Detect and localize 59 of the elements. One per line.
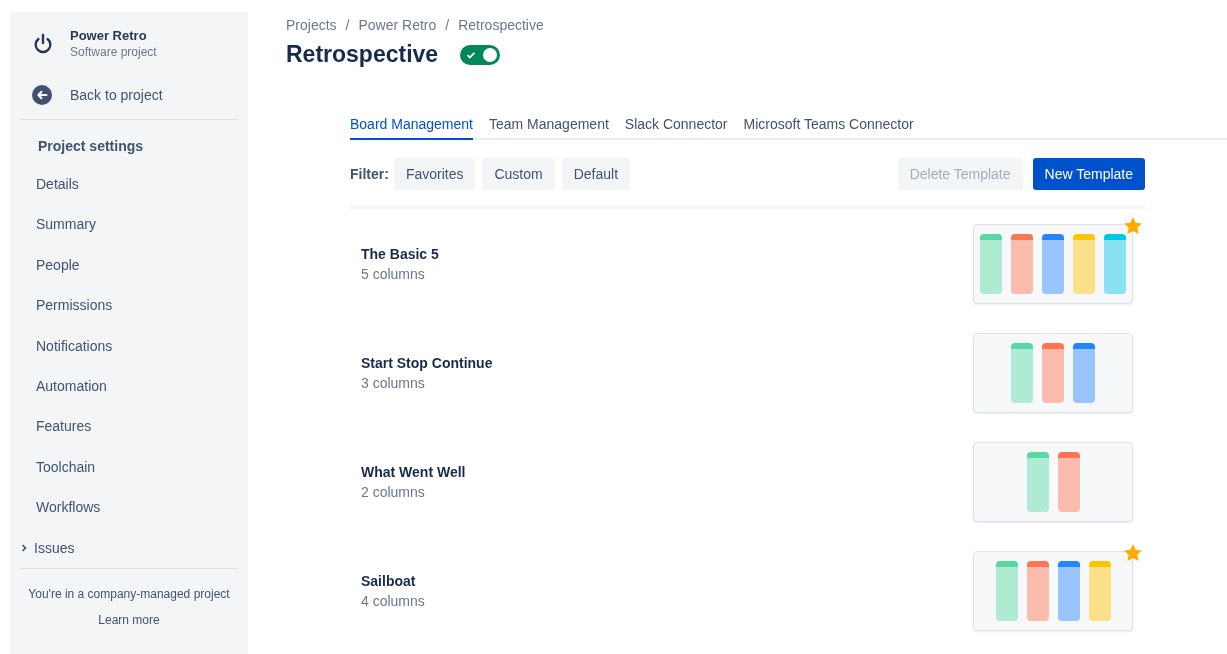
project-type: Software project: [70, 45, 157, 59]
sidebar-item[interactable]: Features: [10, 406, 248, 447]
column-body: [1026, 457, 1049, 512]
tab[interactable]: Board Management: [350, 112, 473, 140]
info-text: You're in a company-managed project: [27, 586, 231, 602]
column-count: 3 columns: [361, 374, 426, 391]
column-count: 4 columns: [361, 592, 425, 609]
template-preview[interactable]: [973, 550, 1133, 631]
filter-button[interactable]: Default: [561, 158, 631, 190]
template-name: The Basic 5: [361, 245, 439, 262]
power-icon: [32, 32, 54, 55]
column-body: [1088, 566, 1111, 621]
column-count: 2 columns: [361, 483, 426, 500]
template-preview[interactable]: [973, 223, 1133, 304]
column-body: [1042, 348, 1064, 403]
tab[interactable]: Microsoft Teams Connector: [743, 112, 914, 140]
column-body: [1042, 239, 1064, 294]
sidebar-item[interactable]: People: [10, 244, 248, 286]
enable-toggle[interactable]: [460, 44, 501, 65]
sidebar-item[interactable]: Toolchain: [10, 446, 248, 488]
sidebar-item[interactable]: Permissions: [10, 285, 248, 326]
column-body: [1057, 457, 1080, 512]
sidebar-item[interactable]: Automation: [10, 366, 248, 407]
column-body: [1011, 348, 1033, 403]
sidebar-item[interactable]: Summary: [10, 204, 248, 245]
column-count: 5 columns: [361, 265, 426, 282]
template-name: Sailboat: [361, 572, 417, 589]
filter-button[interactable]: Favorites: [393, 158, 476, 190]
template-button[interactable]: New Template: [1032, 158, 1145, 190]
back-link[interactable]: Back to project: [10, 59, 248, 119]
column-body: [1011, 239, 1033, 294]
column-body: [1073, 348, 1095, 403]
template-preview[interactable]: [973, 441, 1133, 522]
breadcrumb-separator: /: [345, 17, 350, 33]
column-body: [1104, 239, 1126, 294]
breadcrumb-link[interactable]: Projects: [286, 17, 337, 33]
breadcrumb-link[interactable]: Retrospective: [458, 17, 544, 33]
breadcrumb-separator: /: [445, 17, 450, 33]
template-preview[interactable]: [973, 332, 1133, 413]
column-body: [1073, 239, 1095, 294]
project-name: Power Retro: [70, 28, 148, 43]
page-title: Retrospective: [286, 41, 439, 68]
column-body: [1026, 566, 1049, 621]
template-name: What Went Well: [361, 463, 466, 480]
tab[interactable]: Slack Connector: [624, 112, 728, 140]
column-body: [995, 566, 1018, 621]
column-body: [1057, 566, 1080, 621]
template-name: Start Stop Continue: [361, 354, 493, 371]
sidebar-item[interactable]: Notifications: [10, 325, 248, 367]
sidebar-item[interactable]: Workflows: [10, 487, 248, 528]
filter-button[interactable]: Custom: [482, 158, 555, 190]
filter-label: Filter:: [350, 166, 389, 182]
learn-more-link[interactable]: Learn more: [98, 601, 160, 628]
section-heading: Project settings: [37, 137, 145, 156]
column-body: [980, 239, 1002, 294]
tab[interactable]: Team Management: [488, 112, 609, 140]
sidebar-item[interactable]: Details: [10, 164, 248, 205]
breadcrumb-link[interactable]: Power Retro: [358, 17, 437, 33]
sidebar-item[interactable]: Issues: [10, 527, 248, 569]
